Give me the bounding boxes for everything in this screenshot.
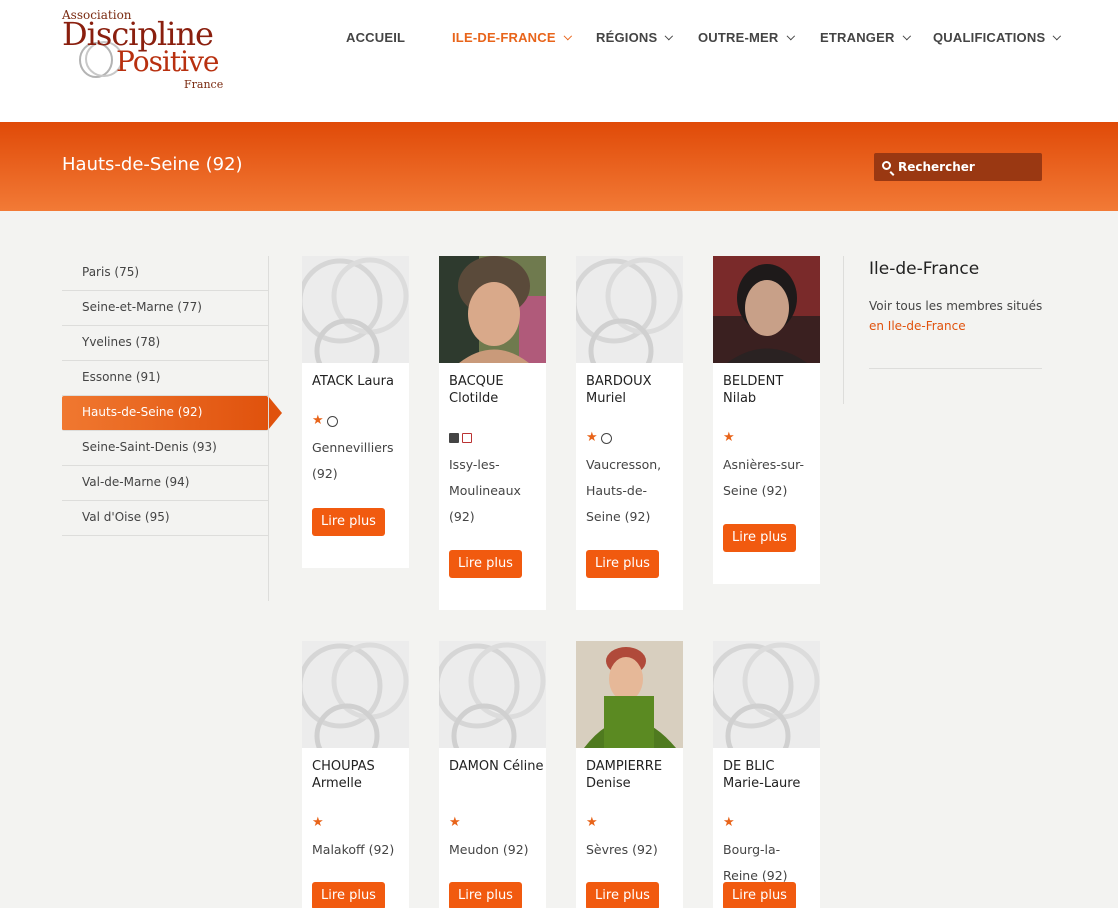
star-icon: ★: [586, 430, 598, 445]
read-more-button[interactable]: Lire plus: [586, 550, 659, 578]
sidebar-item-yvelines[interactable]: Yvelines (78): [62, 326, 268, 361]
nav-outre-mer[interactable]: OUTRE-MER: [698, 30, 795, 45]
avatar[interactable]: [576, 641, 683, 748]
member-card: CHOUPAS Armelle ★ Malakoff (92) Lire plus: [302, 641, 409, 908]
chevron-down-icon: [902, 31, 911, 41]
region-title: Ile-de-France: [869, 259, 980, 279]
read-more-button[interactable]: Lire plus: [586, 882, 659, 908]
member-location: Asnières-sur-Seine (92): [723, 457, 805, 498]
read-more-button[interactable]: Lire plus: [312, 508, 385, 536]
member-card: BACQUE Clotilde Issy-les-Moulineaux (92) L…: [439, 256, 546, 610]
member-name[interactable]: DAMPIERRE Denise: [586, 758, 681, 792]
star-icon: ★: [312, 413, 324, 428]
member-name[interactable]: BARDOUX Muriel: [586, 373, 681, 407]
star-icon: ★: [312, 815, 324, 830]
member-name[interactable]: BELDENT Nilab: [723, 373, 818, 407]
chevron-down-icon: [563, 31, 572, 41]
nav-regions[interactable]: RÉGIONS: [596, 30, 674, 45]
nav-ile-de-france[interactable]: ILE-DE-FRANCE: [452, 30, 572, 45]
read-more-button[interactable]: Lire plus: [723, 882, 796, 908]
sidebar-item-seine-et-marne[interactable]: Seine-et-Marne (77): [62, 291, 268, 326]
header: Association Discipline Positive France A…: [0, 0, 1118, 122]
sidebar-item-val-de-marne[interactable]: Val-de-Marne (94): [62, 466, 268, 501]
search-box[interactable]: [874, 153, 1042, 181]
star-icon: ★: [449, 815, 461, 830]
sidebar-item-val-doise[interactable]: Val d'Oise (95): [62, 501, 268, 536]
member-card: ATACK Laura ★ Gennevilliers (92) Lire plus: [302, 256, 409, 568]
member-card: BARDOUX Muriel ★ Vaucresson, Hauts-de-Sein…: [576, 256, 683, 610]
qualification-icons: [449, 432, 475, 444]
star-icon: ★: [586, 815, 598, 830]
avatar[interactable]: [439, 256, 546, 363]
read-more-button[interactable]: Lire plus: [449, 550, 522, 578]
qualification-icons: ★: [586, 430, 615, 445]
member-location: Malakoff (92): [312, 842, 395, 857]
avatar-placeholder[interactable]: [302, 641, 409, 748]
member-card: DAMON Céline ★ Meudon (92) Lire plus: [439, 641, 546, 908]
qualification-icons: ★: [723, 815, 738, 830]
qualification-icons: ★: [586, 815, 601, 830]
member-name[interactable]: DE BLIC Marie-Laure: [723, 758, 818, 792]
avatar-placeholder[interactable]: [576, 256, 683, 363]
region-link[interactable]: en Ile-de-France: [869, 316, 966, 336]
member-card: BELDENT Nilab ★ Asnières-sur-Seine (92) Lir…: [713, 256, 820, 584]
avatar-placeholder[interactable]: [439, 641, 546, 748]
square-outline-icon: [462, 433, 472, 443]
avatar[interactable]: [713, 256, 820, 363]
logo[interactable]: Association Discipline Positive France: [62, 8, 232, 96]
circle-icon: [600, 433, 612, 444]
qualification-icons: ★: [312, 815, 327, 830]
chevron-down-icon: [664, 31, 674, 41]
square-filled-icon: [449, 433, 459, 443]
avatar-placeholder[interactable]: [713, 641, 820, 748]
chevron-down-icon: [786, 31, 795, 41]
qualification-icons: ★: [723, 430, 738, 445]
star-icon: ★: [723, 815, 735, 830]
nav-etranger[interactable]: ETRANGER: [820, 30, 911, 45]
read-more-button[interactable]: Lire plus: [312, 882, 385, 908]
member-name[interactable]: ATACK Laura: [312, 373, 407, 390]
qualification-icons: ★: [312, 413, 341, 428]
qualification-icons: ★: [449, 815, 464, 830]
star-icon: ★: [723, 430, 735, 445]
member-location: Meudon (92): [449, 842, 529, 857]
nav-qualifications[interactable]: QUALIFICATIONS: [933, 30, 1062, 45]
member-name[interactable]: CHOUPAS Armelle: [312, 758, 407, 792]
read-more-button[interactable]: Lire plus: [449, 882, 522, 908]
sidebar-item-paris[interactable]: Paris (75): [62, 256, 268, 291]
member-location: Sèvres (92): [586, 842, 658, 857]
member-name[interactable]: BACQUE Clotilde: [449, 373, 544, 407]
search-input[interactable]: [898, 157, 1038, 177]
sidebar-item-seine-saint-denis[interactable]: Seine-Saint-Denis (93): [62, 431, 268, 466]
member-location: Gennevilliers (92): [312, 440, 394, 481]
sidebar-item-essonne[interactable]: Essonne (91): [62, 361, 268, 396]
sidebar: Paris (75) Seine-et-Marne (77) Yvelines …: [62, 256, 282, 536]
region-text: Voir tous les membres situés: [869, 299, 1043, 313]
page-title: Hauts-de-Seine (92): [62, 154, 243, 175]
member-card: DE BLIC Marie-Laure ★ Bourg-la-Reine (92) L…: [713, 641, 820, 908]
member-location: Vaucresson, Hauts-de-Seine (92): [586, 457, 662, 524]
sidebar-item-hauts-de-seine[interactable]: Hauts-de-Seine (92): [62, 396, 282, 431]
logo-word-positive: Positive: [116, 45, 219, 78]
region-divider: [869, 368, 1042, 369]
avatar-placeholder[interactable]: [302, 256, 409, 363]
member-name[interactable]: DAMON Céline: [449, 758, 544, 775]
chevron-down-icon: [1052, 31, 1062, 41]
search-icon: [882, 161, 891, 170]
sidebar-divider: [268, 256, 269, 601]
nav-accueil[interactable]: ACCUEIL: [346, 30, 405, 45]
member-card: DAMPIERRE Denise ★ Sèvres (92) Lire plus: [576, 641, 683, 908]
member-location: Issy-les-Moulineaux (92): [449, 457, 521, 524]
read-more-button[interactable]: Lire plus: [723, 524, 796, 552]
circle-icon: [326, 416, 338, 427]
logo-country: France: [184, 78, 224, 91]
right-divider: [843, 256, 844, 404]
